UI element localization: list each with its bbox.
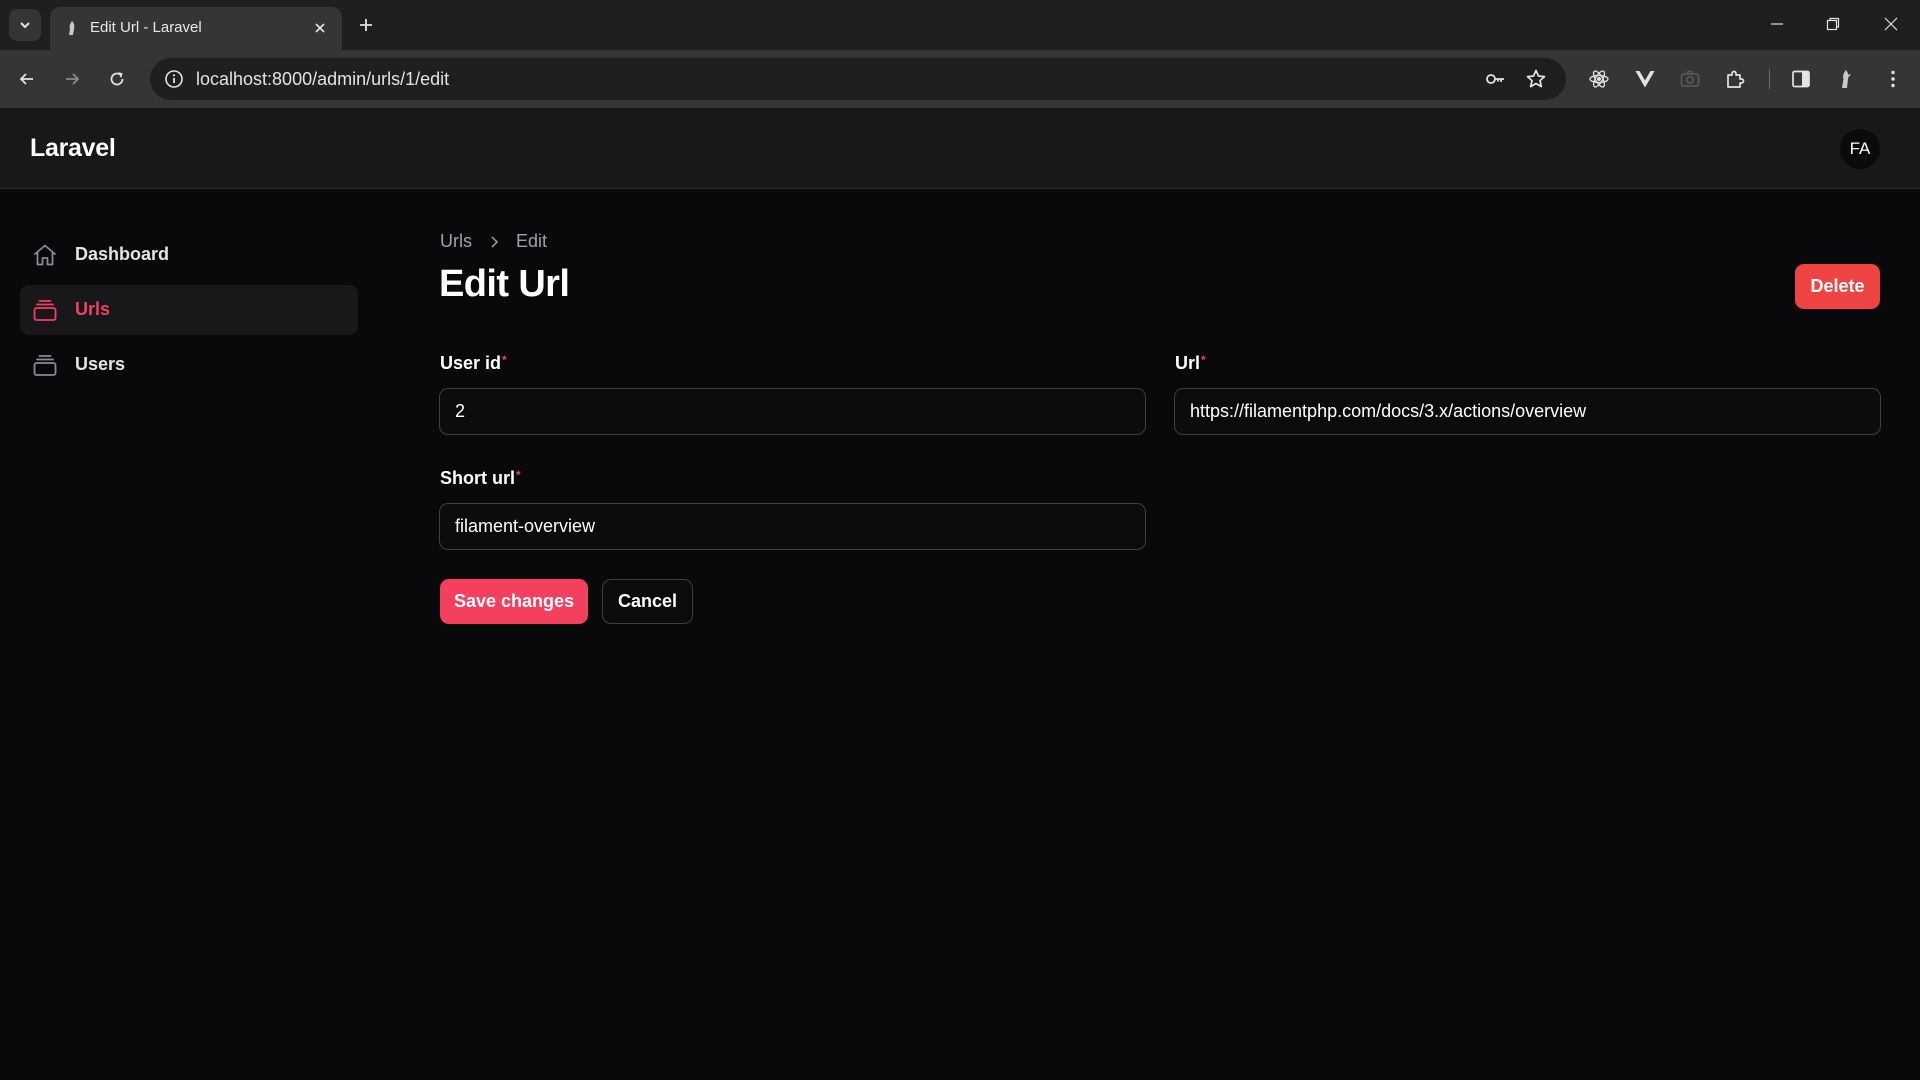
url-label-text: Url [1175, 353, 1201, 373]
page-title: Edit Url [439, 263, 570, 305]
brand-logo[interactable]: Laravel [30, 134, 116, 163]
close-icon [315, 23, 325, 33]
minimize-icon [1771, 23, 1783, 25]
user-id-label-text: User id [440, 353, 502, 373]
restore-button[interactable] [1817, 10, 1849, 38]
vue-devtools-icon[interactable] [1631, 65, 1659, 93]
arrow-right-icon [66, 73, 80, 85]
address-bar[interactable]: localhost:8000/admin/urls/1/edit [150, 58, 1566, 100]
sidebar-item-label: Dashboard [75, 244, 170, 264]
breadcrumb-link-urls[interactable]: Urls [440, 231, 472, 252]
tab-search-button[interactable] [9, 9, 41, 41]
browser-tab[interactable]: Edit Url - Laravel [50, 7, 342, 50]
restore-icon [1826, 17, 1840, 31]
cancel-button[interactable]: Cancel [602, 579, 693, 624]
back-button[interactable] [11, 63, 43, 95]
sidebar-item-users[interactable]: Users [20, 340, 358, 390]
sidebar: Dashboard Urls Users [0, 190, 380, 1080]
laravel-favicon-icon [69, 21, 75, 35]
react-devtools-icon[interactable] [1585, 65, 1613, 93]
short-url-field[interactable] [439, 503, 1146, 550]
forward-button[interactable] [56, 63, 88, 95]
browser-toolbar: localhost:8000/admin/urls/1/edit [0, 50, 1920, 108]
save-changes-button[interactable]: Save changes [440, 579, 588, 624]
short-url-label-text: Short url [440, 468, 515, 488]
close-window-button[interactable] [1875, 10, 1907, 38]
chevron-right-icon [491, 235, 499, 248]
new-tab-button[interactable] [353, 12, 379, 38]
camera-extension-icon[interactable] [1676, 65, 1704, 93]
extensions-puzzle-icon[interactable] [1721, 65, 1749, 93]
minimize-button[interactable] [1761, 10, 1793, 38]
app-topbar: Laravel FA [0, 108, 1920, 189]
user-id-label: User id* [440, 353, 507, 374]
user-avatar[interactable]: FA [1840, 129, 1880, 169]
tab-title: Edit Url - Laravel [90, 19, 202, 36]
url-field[interactable] [1174, 388, 1881, 435]
address-url[interactable]: localhost:8000/admin/urls/1/edit [196, 69, 449, 90]
required-asterisk: * [516, 468, 521, 482]
home-icon [34, 244, 56, 266]
short-url-label: Short url* [440, 468, 521, 489]
breadcrumb-current: Edit [516, 231, 548, 251]
sidebar-item-label: Urls [75, 299, 111, 319]
browser-tab-bar: Edit Url - Laravel [0, 0, 1920, 50]
plus-icon [360, 19, 372, 31]
reload-button[interactable] [101, 63, 133, 95]
url-label: Url* [1175, 353, 1206, 374]
breadcrumb: Urls Edit [440, 231, 547, 252]
rectangle-stack-icon [33, 355, 57, 376]
profile-icon[interactable] [1832, 65, 1860, 93]
side-panel-icon[interactable] [1787, 65, 1815, 93]
required-asterisk: * [502, 353, 507, 367]
more-menu-icon[interactable] [1879, 65, 1907, 93]
reload-icon [110, 72, 124, 86]
user-id-field[interactable] [439, 388, 1146, 435]
bookmark-star-icon[interactable] [1524, 67, 1548, 91]
tab-close-button[interactable] [310, 18, 330, 38]
toolbar-divider [1769, 69, 1770, 89]
sidebar-item-dashboard[interactable]: Dashboard [20, 230, 358, 280]
sidebar-item-urls[interactable]: Urls [20, 285, 358, 335]
arrow-left-icon [19, 73, 33, 85]
chevron-down-icon [20, 22, 30, 29]
sidebar-item-label: Users [75, 354, 126, 374]
key-icon[interactable] [1483, 67, 1507, 91]
required-asterisk: * [1201, 353, 1206, 367]
delete-button[interactable]: Delete [1795, 264, 1880, 309]
site-info-icon[interactable] [162, 67, 186, 91]
close-icon [1884, 17, 1898, 31]
rectangle-stack-icon [33, 300, 57, 321]
